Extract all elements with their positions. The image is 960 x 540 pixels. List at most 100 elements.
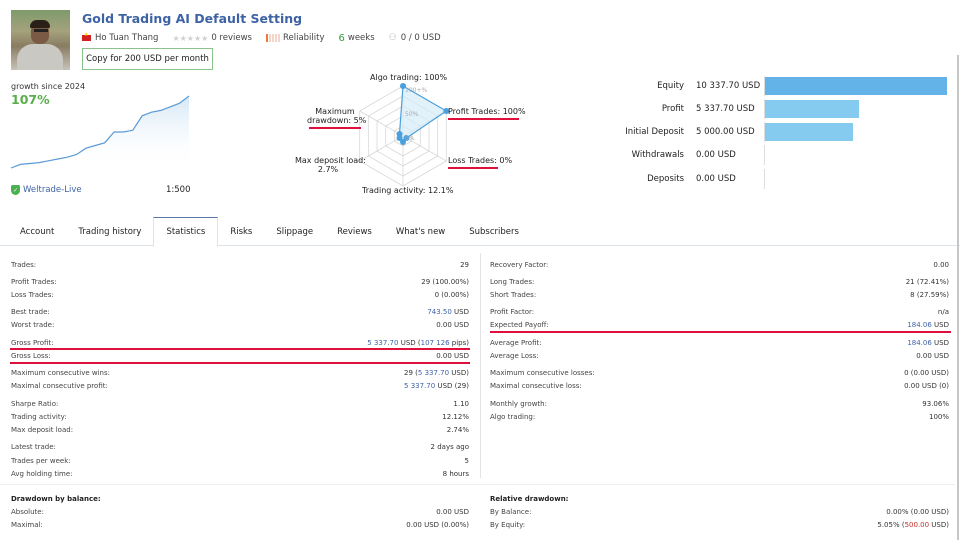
- stat-value-prefix: 5.05% (: [877, 521, 905, 529]
- radar-scale-top: 100+%: [405, 87, 427, 94]
- balance-value: 0.00 USD: [696, 174, 736, 184]
- page-scrollbar[interactable]: [957, 55, 959, 540]
- stat-value-suffix: USD: [451, 308, 469, 316]
- expected-payoff-link[interactable]: 184.06: [907, 321, 932, 329]
- stat-value: 0.00 USD (0.00%): [406, 521, 469, 529]
- stat-value-negative: 500.00: [904, 521, 930, 529]
- tab-account[interactable]: Account: [8, 217, 66, 246]
- balance-value: 5 000.00 USD: [696, 127, 755, 137]
- stat-label: Recovery Factor:: [490, 261, 549, 269]
- highlight-underline: [490, 331, 951, 333]
- stat-expected-payoff: Expected Payoff: 184.06 USD: [490, 319, 949, 331]
- stat-value: 0 (0.00%): [434, 291, 469, 299]
- stat-value: 29 (5 337.70 USD): [404, 369, 469, 377]
- monthly-growth-link[interactable]: 93.06%: [922, 400, 949, 408]
- verified-shield-icon: ✓: [11, 185, 20, 195]
- stat-best-trade: Best trade: 743.50 USD: [11, 306, 469, 318]
- radar-chart: 100+% 50% 0%: [359, 83, 450, 187]
- stat-value: 1.10: [453, 400, 469, 408]
- copy-subscribe-button[interactable]: Copy for 200 USD per month: [82, 48, 213, 70]
- max-cons-wins-link[interactable]: 5 337.70: [418, 369, 449, 377]
- stat-value: 743.50 USD: [427, 308, 469, 316]
- broker-name[interactable]: Weltrade-Live: [23, 185, 82, 195]
- stat-label: Short Trades:: [490, 291, 537, 299]
- avatar-body: [17, 44, 63, 70]
- signal-title[interactable]: Gold Trading AI Default Setting: [82, 11, 302, 26]
- subscribers-icon: ⚇: [388, 33, 397, 43]
- average-profit-link[interactable]: 184.06: [907, 339, 932, 347]
- avatar-glasses: [34, 29, 48, 32]
- balance-row-profit: Profit 5 337.70 USD: [600, 99, 950, 119]
- stat-value: n/a: [937, 308, 949, 316]
- stat-maximal-drawdown: Maximal: 0.00 USD (0.00%): [11, 519, 469, 531]
- growth-chart[interactable]: [0, 90, 200, 175]
- radar-label-loss: Loss Trades: 0%: [448, 156, 513, 165]
- stat-relative-by-equity: By Equity: 5.05% (500.00 USD): [490, 519, 949, 531]
- stat-label: By Equity:: [490, 521, 526, 529]
- balance-bar-equity[interactable]: [765, 77, 947, 95]
- stat-profit-trades: Profit Trades: 29 (100.00%): [11, 276, 469, 288]
- balance-bar-initial-deposit[interactable]: [765, 123, 854, 141]
- reviews-count[interactable]: 0 reviews: [211, 33, 252, 43]
- tab-statistics[interactable]: Statistics: [153, 217, 219, 247]
- rating-stars-icon: ★★★★★: [172, 33, 209, 43]
- tab-bar: Account Trading history Statistics Risks…: [0, 217, 960, 247]
- stat-value: 0.00 USD: [436, 508, 469, 516]
- balance-bar-track: [764, 122, 946, 142]
- max-cons-profit-link[interactable]: 5 337.70: [404, 382, 435, 390]
- radar-label-drawdown-line2: drawdown: 5%: [307, 116, 367, 125]
- balance-row-deposits: Deposits 0.00 USD: [600, 169, 950, 189]
- radar-label-profit: Profit Trades: 100%: [448, 107, 526, 116]
- balance-bar-profit[interactable]: [765, 100, 859, 118]
- column-divider: [480, 253, 481, 478]
- radar-grid-spoke: [359, 110, 404, 137]
- best-trade-link[interactable]: 743.50: [427, 308, 452, 316]
- stat-value: 5 337.70 USD (107 126 pips): [367, 339, 469, 347]
- drawdown-balance-heading: Drawdown by balance:: [11, 493, 469, 505]
- radar-label-activity: Trading activity: 12.1%: [362, 186, 454, 195]
- radar-grid-spoke: [359, 135, 404, 162]
- stat-gross-loss: Gross Loss: 0.00 USD: [11, 350, 469, 362]
- tab-slippage[interactable]: Slippage: [264, 217, 325, 246]
- stat-avg-holding-time: Avg holding time: 8 hours: [11, 468, 469, 480]
- stat-value: 0.00% (0.00 USD): [886, 508, 949, 516]
- stat-value-prefix: 29 (: [404, 369, 418, 377]
- tab-trading-history[interactable]: Trading history: [66, 217, 153, 246]
- tab-subscribers[interactable]: Subscribers: [457, 217, 531, 246]
- balance-value: 10 337.70 USD: [696, 81, 761, 91]
- author-avatar[interactable]: [11, 10, 70, 70]
- stat-sharpe-ratio: Sharpe Ratio: 1.10: [11, 398, 469, 410]
- reliability-bars-icon: [265, 34, 280, 42]
- stat-label: Gross Profit:: [11, 339, 54, 347]
- tab-risks[interactable]: Risks: [218, 217, 264, 246]
- highlight-underline: [10, 362, 470, 364]
- broker-link[interactable]: ✓ Weltrade-Live: [11, 185, 82, 195]
- stat-label: Average Profit:: [490, 339, 542, 347]
- stat-value: 2.74%: [446, 426, 469, 434]
- highlight-underline: [309, 127, 361, 129]
- stat-value: 12.12%: [442, 413, 469, 421]
- stat-label: Expected Payoff:: [490, 321, 549, 329]
- stat-value-suffix: USD: [931, 339, 949, 347]
- stat-max-deposit-load: Max deposit load: 2.74%: [11, 424, 469, 436]
- gross-profit-link[interactable]: 5 337.70: [367, 339, 398, 347]
- stat-value: 21 (72.41%): [905, 278, 949, 286]
- balance-row-initial-deposit: Initial Deposit 5 000.00 USD: [600, 122, 950, 142]
- stat-worst-trade: Worst trade: 0.00 USD: [11, 319, 469, 331]
- stat-label: Average Loss:: [490, 352, 539, 360]
- stat-trades-per-week: Trades per week: 5: [11, 455, 469, 467]
- tab-whats-new[interactable]: What's new: [384, 217, 457, 246]
- radar-point-drawdown[interactable]: [396, 131, 403, 137]
- stat-absolute-drawdown: Absolute: 0.00 USD: [11, 506, 469, 518]
- balance-row-equity: Equity 10 337.70 USD: [600, 76, 950, 96]
- author-name[interactable]: Ho Tuan Thang: [95, 33, 158, 43]
- tab-reviews[interactable]: Reviews: [325, 217, 384, 246]
- growth-area: [11, 96, 189, 168]
- stat-label: Profit Trades:: [11, 278, 57, 286]
- stat-trades: Trades: 29: [11, 259, 469, 271]
- vietnam-flag-icon: [82, 32, 91, 41]
- leverage-value: 1:500: [166, 185, 191, 195]
- stat-label: Loss Trades:: [11, 291, 54, 299]
- stat-value: 0.00 USD: [436, 352, 469, 360]
- gross-profit-pips-link[interactable]: 107 126: [421, 339, 450, 347]
